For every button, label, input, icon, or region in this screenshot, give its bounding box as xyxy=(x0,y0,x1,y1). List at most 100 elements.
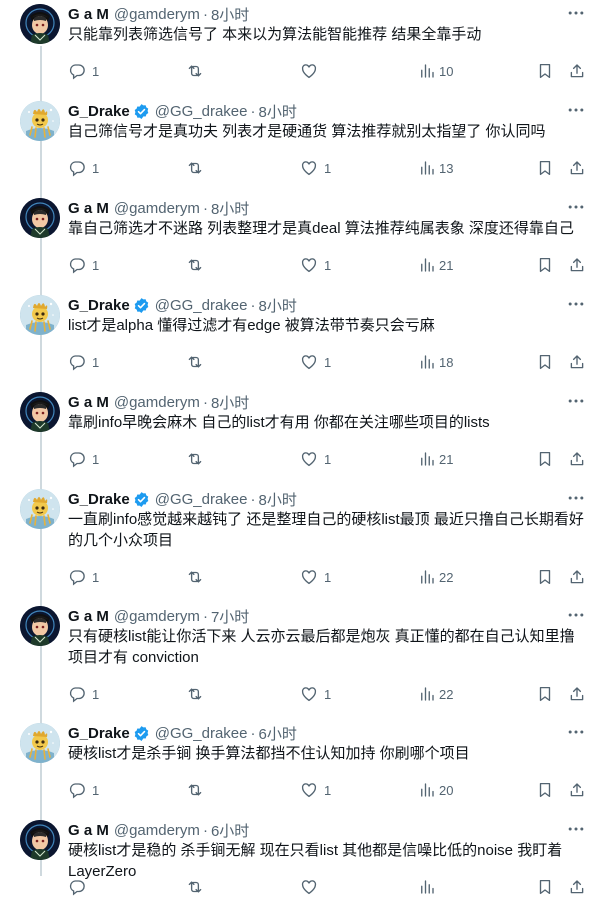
avatar[interactable] xyxy=(20,723,60,763)
user-handle[interactable]: @GG_drakee xyxy=(155,725,248,742)
reply-button[interactable] xyxy=(68,875,92,899)
bookmark-button[interactable] xyxy=(536,565,554,589)
share-button[interactable] xyxy=(568,156,586,180)
user-handle[interactable]: @gamderym xyxy=(114,200,200,217)
more-options-icon[interactable] xyxy=(566,822,586,836)
bookmark-button[interactable] xyxy=(536,350,554,374)
share-button[interactable] xyxy=(568,565,586,589)
share-button[interactable] xyxy=(568,778,586,802)
bookmark-button[interactable] xyxy=(536,682,554,706)
more-options-icon[interactable] xyxy=(566,394,586,408)
avatar[interactable] xyxy=(20,198,60,238)
retweet-button[interactable] xyxy=(186,682,210,706)
share-button[interactable] xyxy=(568,350,586,374)
views-button[interactable]: 21 xyxy=(418,253,453,277)
retweet-button[interactable] xyxy=(186,156,210,180)
timestamp[interactable]: 8小时 xyxy=(211,4,249,25)
timestamp[interactable]: 6小时 xyxy=(211,820,249,841)
bookmark-button[interactable] xyxy=(536,778,554,802)
more-options-icon[interactable] xyxy=(566,725,586,739)
reply-button[interactable]: 1 xyxy=(68,59,99,83)
more-options-icon[interactable] xyxy=(566,297,586,311)
user-handle[interactable]: @gamderym xyxy=(114,394,200,411)
timestamp[interactable]: 8小时 xyxy=(211,198,249,219)
display-name[interactable]: G a M xyxy=(68,200,109,217)
retweet-button[interactable] xyxy=(186,565,210,589)
like-button[interactable]: 1 xyxy=(300,778,331,802)
reply-button[interactable]: 1 xyxy=(68,778,99,802)
avatar[interactable] xyxy=(20,4,60,44)
retweet-button[interactable] xyxy=(186,350,210,374)
display-name[interactable]: G_Drake xyxy=(68,725,130,742)
like-button[interactable]: 1 xyxy=(300,447,331,471)
user-handle[interactable]: @GG_drakee xyxy=(155,103,248,120)
timestamp[interactable]: 7小时 xyxy=(211,606,249,627)
avatar[interactable] xyxy=(20,606,60,646)
bookmark-button[interactable] xyxy=(536,875,554,899)
timestamp[interactable]: 8小时 xyxy=(259,101,297,122)
views-button[interactable]: 13 xyxy=(418,156,453,180)
bookmark-button[interactable] xyxy=(536,253,554,277)
more-options-icon[interactable] xyxy=(566,6,586,20)
avatar[interactable] xyxy=(20,489,60,529)
share-button[interactable] xyxy=(568,59,586,83)
like-button[interactable]: 1 xyxy=(300,156,331,180)
like-button[interactable]: 1 xyxy=(300,565,331,589)
display-name[interactable]: G_Drake xyxy=(68,297,130,314)
user-handle[interactable]: @gamderym xyxy=(114,608,200,625)
bookmark-button[interactable] xyxy=(536,59,554,83)
retweet-button[interactable] xyxy=(186,778,210,802)
like-button[interactable]: 1 xyxy=(300,350,331,374)
timestamp[interactable]: 8小时 xyxy=(259,489,297,510)
tweet[interactable]: G_Drake @GG_drakee · 6小时 硬核list才是杀手锏 换手算… xyxy=(0,719,602,816)
tweet[interactable]: G a M @gamderym · 8小时 靠刷info早晚会麻木 自己的lis… xyxy=(0,388,602,485)
tweet[interactable]: G a M @gamderym · 8小时 只能靠列表筛选信号了 本来以为算法能… xyxy=(0,0,602,97)
share-button[interactable] xyxy=(568,682,586,706)
tweet[interactable]: G_Drake @GG_drakee · 8小时 一直刷info感觉越来越钝了 … xyxy=(0,485,602,602)
retweet-button[interactable] xyxy=(186,447,210,471)
views-button[interactable]: 22 xyxy=(418,682,453,706)
tweet[interactable]: G a M @gamderym · 6小时 硬核list才是稳的 杀手锏无解 现… xyxy=(0,816,602,913)
timestamp[interactable]: 6小时 xyxy=(259,723,297,744)
display-name[interactable]: G a M xyxy=(68,822,109,839)
more-options-icon[interactable] xyxy=(566,103,586,117)
views-button[interactable]: 10 xyxy=(418,59,453,83)
views-button[interactable]: 21 xyxy=(418,447,453,471)
user-handle[interactable]: @GG_drakee xyxy=(155,491,248,508)
reply-button[interactable]: 1 xyxy=(68,156,99,180)
views-button[interactable]: 20 xyxy=(418,778,453,802)
reply-button[interactable]: 1 xyxy=(68,253,99,277)
display-name[interactable]: G_Drake xyxy=(68,103,130,120)
more-options-icon[interactable] xyxy=(566,200,586,214)
avatar[interactable] xyxy=(20,295,60,335)
display-name[interactable]: G_Drake xyxy=(68,491,130,508)
display-name[interactable]: G a M xyxy=(68,394,109,411)
user-handle[interactable]: @gamderym xyxy=(114,6,200,23)
bookmark-button[interactable] xyxy=(536,447,554,471)
tweet[interactable]: G_Drake @GG_drakee · 8小时 list才是alpha 懂得过… xyxy=(0,291,602,388)
timestamp[interactable]: 8小时 xyxy=(259,295,297,316)
avatar[interactable] xyxy=(20,820,60,860)
more-options-icon[interactable] xyxy=(566,491,586,505)
views-button[interactable]: 22 xyxy=(418,565,453,589)
user-handle[interactable]: @gamderym xyxy=(114,822,200,839)
share-button[interactable] xyxy=(568,875,586,899)
reply-button[interactable]: 1 xyxy=(68,350,99,374)
retweet-button[interactable] xyxy=(186,59,210,83)
views-button[interactable]: 18 xyxy=(418,350,453,374)
share-button[interactable] xyxy=(568,253,586,277)
user-handle[interactable]: @GG_drakee xyxy=(155,297,248,314)
like-button[interactable] xyxy=(300,875,324,899)
like-button[interactable] xyxy=(300,59,324,83)
display-name[interactable]: G a M xyxy=(68,608,109,625)
like-button[interactable]: 1 xyxy=(300,253,331,277)
reply-button[interactable]: 1 xyxy=(68,565,99,589)
tweet[interactable]: G a M @gamderym · 8小时 靠自己筛选才不迷路 列表整理才是真d… xyxy=(0,194,602,291)
share-button[interactable] xyxy=(568,447,586,471)
tweet[interactable]: G a M @gamderym · 7小时 只有硬核list能让你活下来 人云亦… xyxy=(0,602,602,719)
retweet-button[interactable] xyxy=(186,875,210,899)
views-button[interactable] xyxy=(418,875,439,899)
avatar[interactable] xyxy=(20,392,60,432)
bookmark-button[interactable] xyxy=(536,156,554,180)
display-name[interactable]: G a M xyxy=(68,6,109,23)
